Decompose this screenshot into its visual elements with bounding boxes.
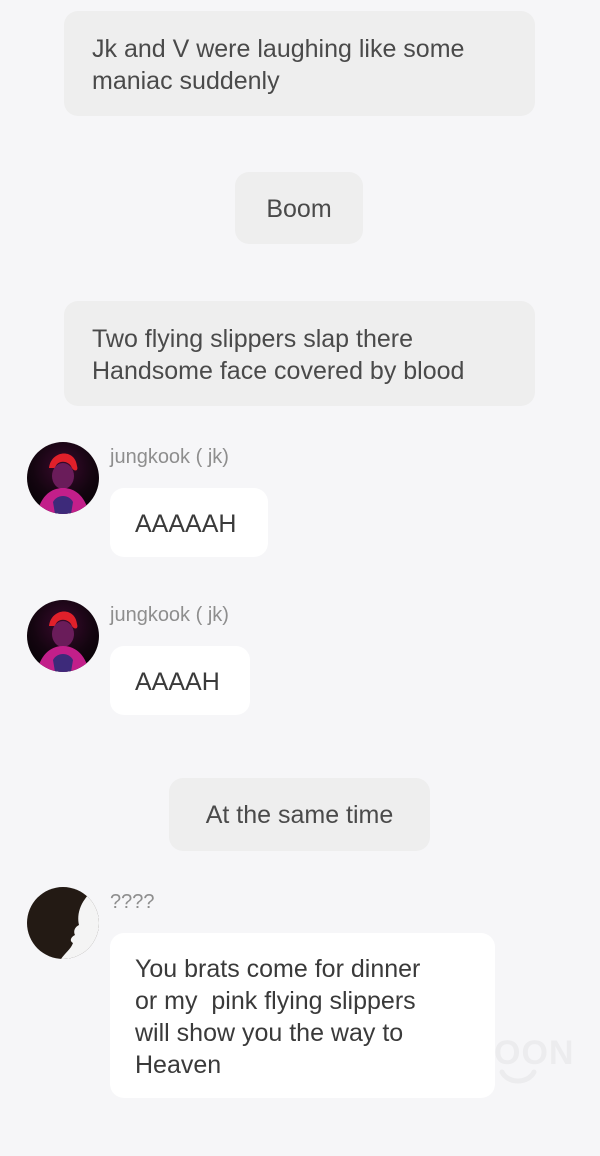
narration-bubble: Two flying slippers slap there Handsome … (64, 301, 535, 406)
narration-text: Two flying slippers slap there (92, 325, 413, 353)
narration-text: At the same time (205, 801, 394, 829)
silhouette-avatar[interactable] (27, 887, 99, 959)
narration-text: maniac suddenly (92, 67, 280, 95)
narration-text: Handsome face covered by blood (92, 357, 465, 385)
avatar-image (27, 887, 99, 959)
narration-bubble: At the same time (169, 778, 430, 851)
message-text: You brats come for dinner (135, 955, 421, 983)
jungkook-avatar[interactable] (27, 442, 99, 514)
narration-text: Boom (266, 195, 332, 223)
message-text: Heaven (135, 1051, 222, 1079)
message-text: will show you the way to (135, 1019, 404, 1047)
message-bubble: AAAAH (110, 646, 250, 715)
narration-text: Jk and V were laughing like some (92, 35, 465, 63)
narration-bubble: Boom (235, 172, 363, 244)
sender-name: ???? (110, 891, 155, 913)
avatar-image (27, 442, 99, 514)
message-text: AAAAH (135, 668, 220, 696)
avatar-image (27, 600, 99, 672)
sender-name: jungkook ( jk) (110, 604, 229, 626)
message-bubble: AAAAAH (110, 488, 268, 557)
narration-bubble: Jk and V were laughing like some maniac … (64, 11, 535, 116)
watermark-smile-icon (499, 1069, 537, 1084)
jungkook-avatar[interactable] (27, 600, 99, 672)
message-bubble: You brats come for dinner or my pink fly… (110, 933, 495, 1098)
sender-name: jungkook ( jk) (110, 446, 229, 468)
message-text: AAAAAH (135, 510, 237, 538)
message-text: or my pink flying slippers (135, 987, 416, 1015)
